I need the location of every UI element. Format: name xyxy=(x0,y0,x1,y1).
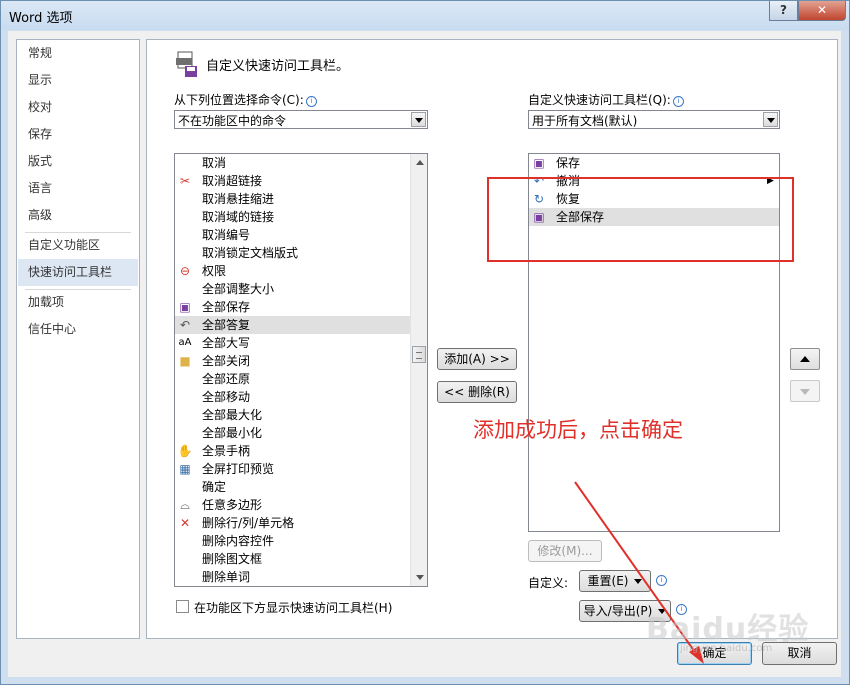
annotation-arrow-icon xyxy=(574,481,704,664)
watermark: Baidu经验 xyxy=(646,612,810,647)
watermark-url: jingyan.baidu.com xyxy=(680,643,773,654)
